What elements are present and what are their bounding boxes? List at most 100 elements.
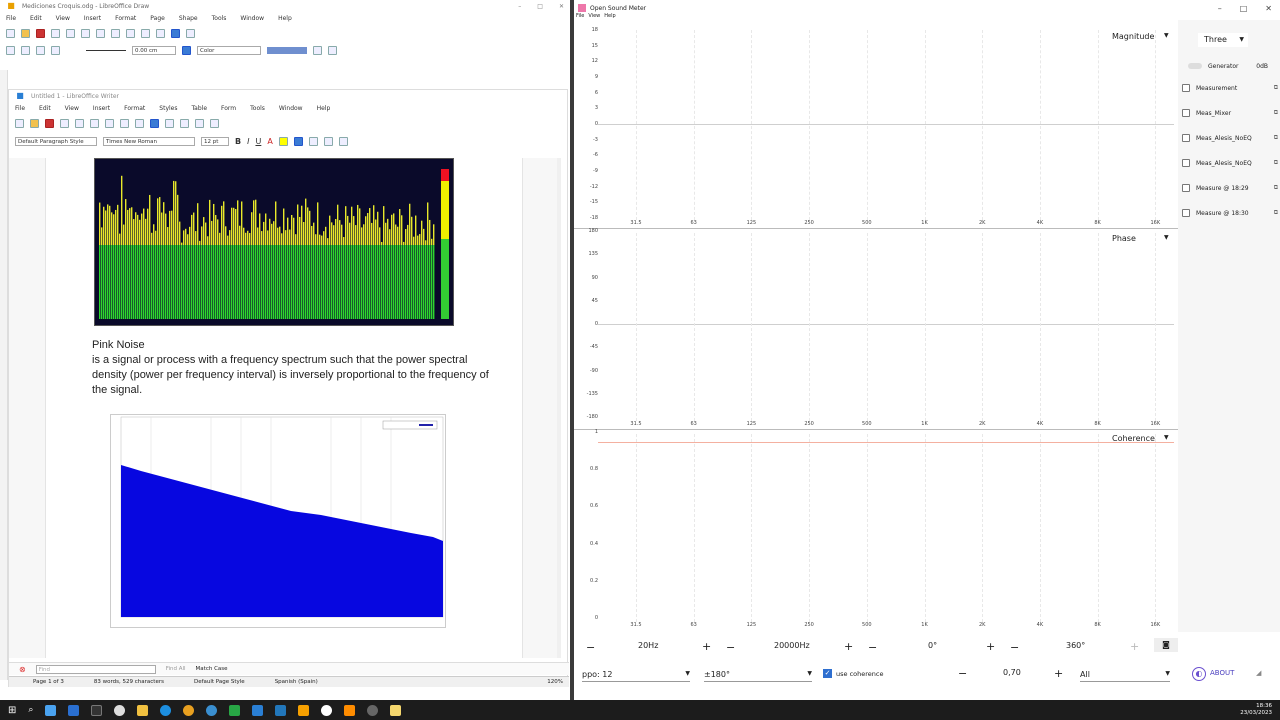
writer-special-char-icon[interactable]	[180, 118, 189, 128]
justify-icon[interactable]	[338, 136, 348, 146]
fmax-increase-button[interactable]: +	[844, 640, 853, 653]
libreoffice-draw-icon[interactable]	[298, 704, 310, 716]
coherence-chevron-icon[interactable]: ▼	[1164, 434, 1169, 441]
status-language[interactable]: Spanish (Spain)	[275, 677, 318, 687]
measurement-checkbox[interactable]	[1182, 159, 1190, 167]
filter-combo[interactable]: All ▼	[1080, 670, 1170, 682]
phase-max-value[interactable]: 360°	[1066, 641, 1085, 650]
phase-range-combo[interactable]: ±180° ▼	[704, 670, 812, 682]
measurement-checkbox[interactable]	[1182, 84, 1190, 92]
menu-shape[interactable]: Shape	[179, 15, 198, 22]
clock[interactable]: 18:36 23/03/2023	[1240, 703, 1272, 717]
libreoffice-writer-icon[interactable]	[252, 704, 264, 716]
status-zoom[interactable]: 120%	[547, 677, 563, 687]
resize-grip-icon[interactable]: ◢	[1256, 669, 1261, 677]
italic-button[interactable]: I	[247, 137, 249, 146]
writer-menu-help[interactable]: Help	[317, 105, 331, 112]
writer-export-icon[interactable]	[60, 118, 69, 128]
measurement-item[interactable]: Measure @ 18:29 ⧉	[1182, 182, 1278, 194]
edge-icon[interactable]	[160, 704, 172, 716]
export-icon[interactable]	[51, 28, 60, 38]
terminal-icon[interactable]	[91, 704, 103, 716]
fmin-increase-button[interactable]: +	[702, 640, 711, 653]
folder-icon[interactable]	[390, 704, 402, 716]
menu-format[interactable]: Format	[115, 15, 136, 22]
task-view-icon[interactable]	[45, 704, 57, 716]
font-size-combo[interactable]: 12 pt	[201, 136, 229, 146]
arrange-icon[interactable]	[36, 45, 45, 55]
coherence-threshold-increase-button[interactable]: +	[1054, 667, 1063, 680]
osm-menu-file[interactable]: File	[576, 13, 584, 19]
fmin-decrease-button[interactable]: −	[586, 641, 595, 654]
chrome-icon[interactable]	[114, 704, 126, 716]
writer-undo-icon[interactable]	[105, 118, 114, 128]
search-icon[interactable]: ⌕	[28, 705, 33, 715]
close-find-icon[interactable]: ⊗	[19, 665, 26, 674]
writer-print-icon[interactable]	[75, 118, 84, 128]
transform-icon[interactable]	[313, 45, 322, 55]
fmax-decrease-button[interactable]: −	[726, 641, 735, 654]
coherence-threshold-value[interactable]: 0,70	[1003, 668, 1021, 677]
osm-menu-view[interactable]: View	[588, 13, 600, 19]
browser-icon[interactable]	[206, 704, 218, 716]
new-icon[interactable]	[6, 28, 15, 38]
phase-min-increase-button[interactable]: +	[986, 640, 995, 653]
measurement-item[interactable]: Meas_Alesis_NoEQ ⧉	[1182, 157, 1278, 169]
writer-new-icon[interactable]	[15, 118, 24, 128]
helplines-icon[interactable]	[186, 28, 195, 38]
menu-help[interactable]: Help	[278, 15, 292, 22]
writer-menu-insert[interactable]: Insert	[93, 105, 110, 112]
select-icon[interactable]	[6, 45, 15, 55]
writer-menu-view[interactable]: View	[65, 105, 79, 112]
line-style-icon[interactable]	[86, 49, 126, 51]
osm-maximize-icon[interactable]: □	[1240, 4, 1248, 13]
writer-open-icon[interactable]	[30, 118, 39, 128]
minimize-icon[interactable]: –	[518, 3, 521, 10]
writer-menu-form[interactable]: Form	[221, 105, 236, 112]
writer-menu-window[interactable]: Window	[279, 105, 303, 112]
generator-level[interactable]: 0dB	[1256, 63, 1268, 70]
copy-icon[interactable]: ⧉	[1274, 184, 1278, 192]
generator-toggle[interactable]	[1188, 63, 1202, 69]
coherence-title[interactable]: Coherence	[1112, 434, 1155, 443]
fmin-value[interactable]: 20Hz	[638, 641, 658, 650]
screenshot-icon[interactable]: ◙	[1154, 638, 1178, 652]
menu-view[interactable]: View	[56, 15, 70, 22]
word-icon[interactable]	[68, 704, 80, 716]
copy-icon[interactable]: ⧉	[1274, 84, 1278, 92]
highlight-icon[interactable]	[278, 136, 288, 146]
bold-button[interactable]: B	[235, 137, 241, 146]
writer-menu-format[interactable]: Format	[124, 105, 145, 112]
writer-menu-table[interactable]: Table	[192, 105, 208, 112]
fill-color-swatch[interactable]	[267, 46, 307, 54]
menu-page[interactable]: Page	[150, 15, 165, 22]
copy-icon[interactable]: ⧉	[1274, 159, 1278, 167]
osm-menu-help[interactable]: Help	[604, 13, 615, 19]
phase-title[interactable]: Phase	[1112, 234, 1136, 243]
menu-insert[interactable]: Insert	[84, 15, 101, 22]
print-icon[interactable]	[81, 28, 90, 38]
osm-close-icon[interactable]: ✕	[1265, 4, 1272, 13]
ppo-combo[interactable]: ppo: 12 ▼	[582, 670, 690, 682]
document-vertical-scrollbar[interactable]	[557, 158, 561, 658]
measurement-checkbox[interactable]	[1182, 134, 1190, 142]
menu-window[interactable]: Window	[240, 15, 264, 22]
magnitude-chevron-icon[interactable]: ▼	[1164, 32, 1169, 39]
measurement-item[interactable]: Measurement ⧉	[1182, 82, 1278, 94]
font-color-icon[interactable]: A	[267, 137, 272, 146]
open-icon[interactable]	[21, 28, 30, 38]
menu-file[interactable]: File	[6, 15, 16, 22]
phase-chevron-icon[interactable]: ▼	[1164, 234, 1169, 241]
align-left-icon[interactable]	[293, 136, 303, 146]
app-icon[interactable]	[275, 704, 287, 716]
redo-icon[interactable]	[156, 28, 165, 38]
measurement-checkbox[interactable]	[1182, 109, 1190, 117]
find-input[interactable]: Find	[35, 664, 156, 674]
points-icon[interactable]	[328, 45, 337, 55]
grid-icon[interactable]	[171, 28, 180, 38]
writer-comment-icon[interactable]	[210, 118, 219, 128]
phase-plot[interactable]: 180 135 90 45 0 -45 -90 -135 -180 31.5 63 125 250 50…	[574, 228, 1178, 429]
copy-icon[interactable]: ⧉	[1274, 209, 1278, 217]
phase-max-increase-button[interactable]: +	[1130, 640, 1139, 653]
writer-table-icon[interactable]	[135, 118, 144, 128]
